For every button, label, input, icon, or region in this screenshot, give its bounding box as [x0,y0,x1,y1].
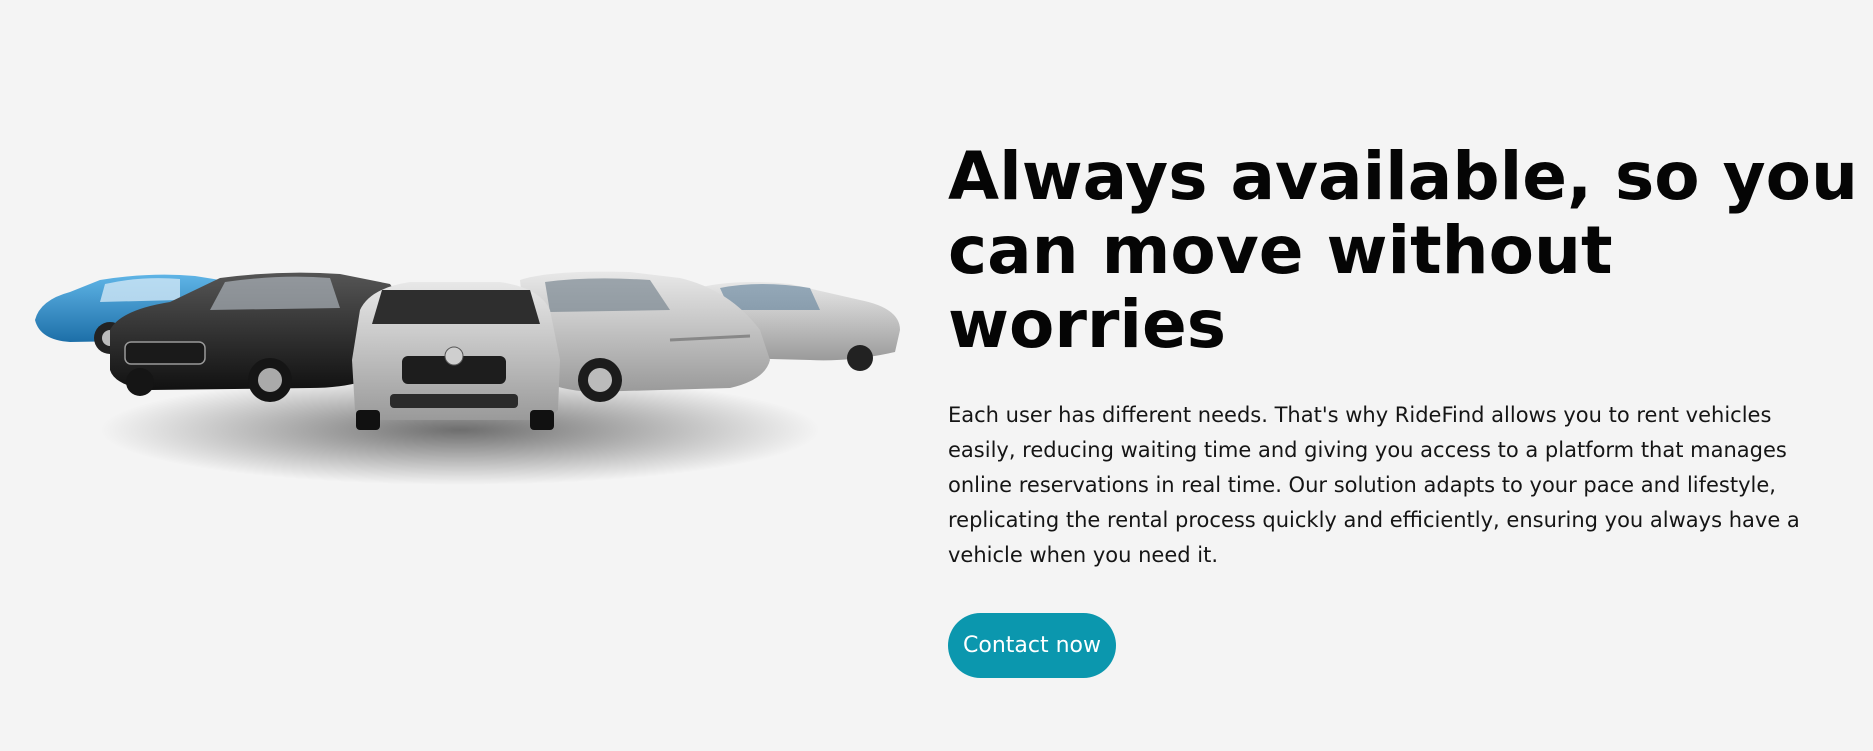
silver-sedan-center [352,282,560,430]
car-lineup-image [35,271,900,485]
page: Always available, so you can move withou… [0,0,1873,751]
hero-text: Always available, so you can move withou… [948,140,1868,678]
contact-now-button[interactable]: Contact now [948,613,1116,678]
hero-description: Each user has different needs. That's wh… [948,403,1800,567]
hero-headline: Always available, so you can move withou… [948,138,1858,363]
